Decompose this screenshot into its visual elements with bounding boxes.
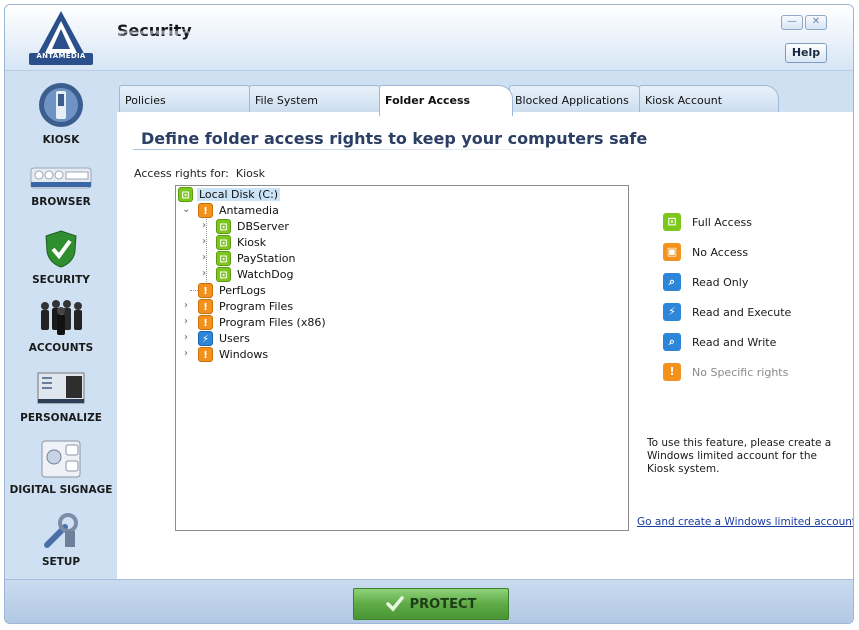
protect-button[interactable]: PROTECT: [353, 588, 509, 620]
tree-node-users[interactable]: ⚡ Users: [198, 330, 252, 346]
legend-read-only: ⌕ Read Only: [663, 272, 748, 292]
exclamation-icon: !: [198, 314, 213, 330]
chevron-right-icon[interactable]: ›: [184, 298, 194, 314]
tab-file-system[interactable]: File System: [249, 85, 389, 115]
sidebar-item-browser[interactable]: BROWSER: [5, 165, 117, 208]
panel-heading: Define folder access rights to keep your…: [141, 129, 648, 148]
protect-label: PROTECT: [409, 596, 477, 612]
tree-node-program-files[interactable]: ! Program Files: [198, 298, 295, 314]
window-controls: — ✕: [781, 15, 827, 30]
sidebar: KIOSK BROWSER SECURITY ACCOUNTS PERSONAL…: [5, 71, 117, 579]
legend-read-write: ⌕ Read and Write: [663, 332, 776, 352]
heading-underline: [133, 149, 615, 150]
tree-node-local-disk[interactable]: ⊡ Local Disk (C:): [178, 186, 281, 202]
legend-read-execute: ⚡ Read and Execute: [663, 302, 791, 322]
unlock-icon: ⊡: [216, 234, 231, 250]
tree-node-perflogs[interactable]: ! PerfLogs: [198, 282, 268, 298]
unlock-icon: ⊡: [216, 250, 231, 266]
title-bar: ANTAMEDIA Security Security — ✕ Help: [5, 5, 853, 71]
exclamation-icon: !: [663, 363, 681, 381]
shield-check-icon: [45, 230, 77, 268]
help-button[interactable]: Help: [785, 43, 827, 63]
sidebar-item-accounts[interactable]: ACCOUNTS: [5, 297, 117, 354]
legend-full-access: ⊡ Full Access: [663, 212, 752, 232]
chevron-down-icon[interactable]: ⌄: [182, 202, 192, 218]
sidebar-item-label: KIOSK: [42, 134, 80, 146]
folder-access-panel: Define folder access rights to keep your…: [117, 112, 853, 579]
sidebar-item-kiosk[interactable]: KIOSK: [5, 81, 117, 146]
exclamation-icon: !: [198, 202, 213, 218]
main-content: Policies File System Folder Access Block…: [117, 75, 853, 579]
tab-bar: Policies File System Folder Access Block…: [117, 79, 853, 116]
lightning-icon: ⚡: [663, 303, 681, 321]
minimize-button[interactable]: —: [781, 15, 803, 30]
lightning-icon: ⚡: [198, 330, 213, 346]
legend-no-specific-rights: ! No Specific rights: [663, 362, 788, 382]
chevron-right-icon[interactable]: ›: [202, 234, 212, 250]
footer-bar: PROTECT: [5, 579, 853, 623]
signage-icon: [41, 440, 81, 478]
tools-icon: [44, 513, 78, 548]
sidebar-item-setup[interactable]: SETUP: [5, 511, 117, 568]
exclamation-icon: !: [198, 346, 213, 362]
lock-icon: ▣: [663, 243, 681, 261]
chevron-right-icon[interactable]: ›: [202, 218, 212, 234]
limited-account-note: To use this feature, please create a Win…: [647, 437, 832, 475]
chevron-right-icon[interactable]: ›: [202, 266, 212, 282]
page-title-reflection: Security: [117, 28, 192, 37]
tree-node-program-files-x86[interactable]: ! Program Files (x86): [198, 314, 328, 330]
checkmark-icon: [385, 596, 404, 612]
exclamation-icon: !: [198, 298, 213, 314]
unlock-icon: ⊡: [178, 186, 193, 202]
sidebar-item-personalize[interactable]: PERSONALIZE: [5, 371, 117, 424]
tab-folder-access[interactable]: Folder Access: [379, 85, 513, 116]
chevron-right-icon[interactable]: ›: [184, 330, 194, 346]
app-window: ANTAMEDIA Security Security — ✕ Help KIO…: [4, 4, 854, 624]
sidebar-item-digital-signage[interactable]: DIGITAL SIGNAGE: [5, 439, 117, 496]
magnifier-icon: ⌕: [663, 273, 681, 291]
legend-no-access: ▣ No Access: [663, 242, 748, 262]
access-rights-for: Access rights for: Kiosk: [134, 167, 265, 180]
sidebar-item-security[interactable]: SECURITY: [5, 229, 117, 286]
sidebar-item-label: BROWSER: [31, 196, 91, 208]
unlock-icon: ⊡: [663, 213, 681, 231]
kiosk-icon: [39, 83, 83, 127]
unlock-icon: ⊡: [216, 266, 231, 282]
access-for-value: Kiosk: [235, 167, 265, 180]
sidebar-item-label: PERSONALIZE: [20, 412, 102, 424]
chevron-right-icon[interactable]: ›: [184, 346, 194, 362]
sidebar-item-label: SETUP: [41, 556, 81, 568]
exclamation-icon: !: [198, 282, 213, 298]
tab-blocked-applications[interactable]: Blocked Applications: [509, 85, 647, 115]
tree-node-paystation[interactable]: ⊡ PayStation: [216, 250, 298, 266]
chevron-right-icon[interactable]: ›: [202, 250, 212, 266]
tree-node-kiosk[interactable]: ⊡ Kiosk: [216, 234, 268, 250]
desktop-icon: [37, 372, 85, 404]
unlock-icon: ⊡: [216, 218, 231, 234]
sidebar-item-label: DIGITAL SIGNAGE: [9, 484, 113, 496]
access-for-label: Access rights for:: [134, 167, 229, 180]
people-icon: [41, 300, 82, 335]
folder-tree[interactable]: ⊡ Local Disk (C:) ⌄ ! Antamedia › ⊡ DBSe…: [175, 185, 629, 531]
tab-kiosk-account[interactable]: Kiosk Account: [639, 85, 779, 115]
create-limited-account-link[interactable]: Go and create a Windows limited account.: [637, 516, 853, 528]
sidebar-item-label: SECURITY: [32, 274, 90, 286]
sidebar-item-label: ACCOUNTS: [28, 342, 94, 354]
logo-text: ANTAMEDIA: [36, 52, 86, 60]
browser-icon: [30, 167, 92, 189]
tab-policies[interactable]: Policies: [119, 85, 259, 115]
chevron-right-icon[interactable]: ›: [184, 314, 194, 330]
close-button[interactable]: ✕: [805, 15, 827, 30]
tree-node-antamedia[interactable]: ! Antamedia: [198, 202, 281, 218]
magnifier-pen-icon: ⌕: [663, 333, 681, 351]
tree-node-windows[interactable]: ! Windows: [198, 346, 270, 362]
tree-node-dbserver[interactable]: ⊡ DBServer: [216, 218, 291, 234]
tree-node-watchdog[interactable]: ⊡ WatchDog: [216, 266, 295, 282]
